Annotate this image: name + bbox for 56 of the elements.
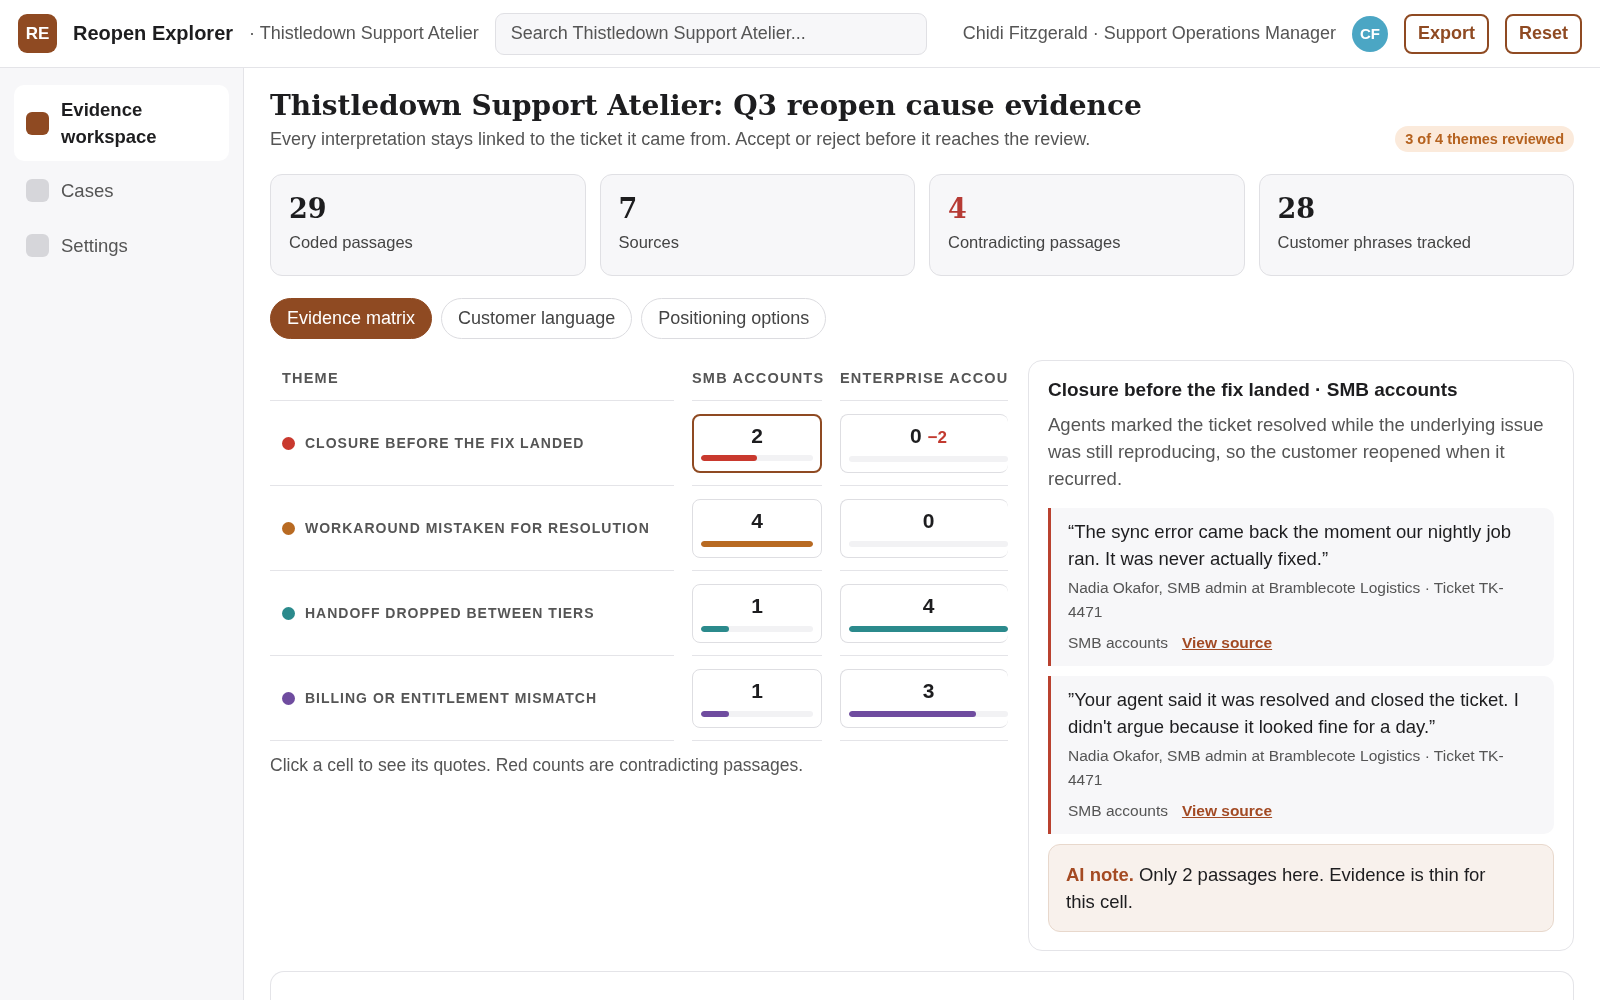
user-avatar: CF [1351,15,1388,52]
count-cell[interactable]: 0 [840,498,1008,558]
user-label: Chidi Fitzgerald · Support Operations Manager [962,23,1336,44]
stat-label: Contradicting passages [948,233,1121,252]
count-cell[interactable]: 4 [692,498,822,558]
nav-icon [26,179,49,202]
count-cell[interactable]: 4 [840,583,1008,643]
count-cell[interactable]: 1 [692,583,822,643]
stat-label: Sources [618,233,680,252]
segment-label: SMB accounts [1068,634,1168,652]
stat-value: 7 [618,193,638,225]
stat-value: 28 [1277,193,1316,225]
stat-value: 4 [948,193,967,225]
reset-button[interactable]: Reset [1504,13,1582,54]
theme-label: WORKAROUND MISTAKEN FOR RESOLUTION [305,520,650,536]
stat-label: Customer phrases tracked [1277,233,1471,252]
segment-label: SMB accounts [1068,802,1168,820]
stat-value: 29 [289,193,327,225]
count-cell[interactable]: 3 [840,668,1008,728]
quote-source: Nadia Okafor, SMB admin at Bramblecote Logistics · Ticket TK-4471 [1068,746,1505,790]
count-cell[interactable]: 2 [692,413,822,473]
stat-label: Coded passages [289,233,413,252]
sidebar-item[interactable]: Evidence workspace [14,85,229,161]
detail-title: Closure before the fix landed · SMB accounts [1048,379,1459,401]
matrix-hint: Click a cell to see its quotes. Red counts are contradicting passages. [270,755,805,776]
quote-text: ”Your agent said it was resolved and closed the ticket. I didn't argue because it looked fine for a day.” [1068,688,1520,739]
column-header: THEME [270,360,674,401]
contradiction-count: −2 [927,427,948,448]
column-header: ENTERPRISE ACCOU [840,360,1008,401]
workspace-name: · Thistledown Support Atelier [249,23,479,44]
review-badge: 3 of 4 themes reviewed [1395,126,1574,152]
theme-label: BILLING OR ENTITLEMENT MISMATCH [305,690,598,706]
app-name: Reopen Explorer [73,22,234,45]
nav-icon [26,111,49,135]
tab[interactable]: Customer language [441,298,633,339]
page-title: Thistledown Support Atelier: Q3 reopen cause evidence [270,88,1143,124]
app-logo: RE [18,14,57,53]
column-header: SMB ACCOUNTS [692,360,822,401]
nav-icon [26,234,49,257]
sidebar-item[interactable]: Cases [14,165,229,216]
quote-text: “The sync error came back the moment our nightly job ran. It was never actually fixed.” [1068,520,1513,571]
tab[interactable]: Positioning options [641,298,827,339]
page-subtitle: Every interpretation stays linked to the ticket it came from. Accept or reject before it reaches the review. [270,128,1091,150]
view-source-link[interactable]: View source [1181,802,1273,820]
count-cell[interactable]: 1 [692,668,822,728]
ai-note: AI note. Only 2 passages here. Evidence is thin for this cell. [1048,844,1554,932]
search-field[interactable]: Search Thistledown Support Atelier... [494,12,927,55]
count-cell[interactable]: 0 −2 [840,413,1008,473]
export-button[interactable]: Export [1403,13,1489,54]
quote-source: Nadia Okafor, SMB admin at Bramblecote Logistics · Ticket TK-4471 [1068,578,1505,622]
sidebar-item[interactable]: Settings [14,220,229,271]
theme-label: CLOSURE BEFORE THE FIX LANDED [305,435,585,451]
view-source-link[interactable]: View source [1181,634,1273,652]
theme-label: HANDOFF DROPPED BETWEEN TIERS [305,605,595,621]
tab[interactable]: Evidence matrix [270,298,433,339]
detail-summary: Agents marked the ticket resolved while the underlying issue was still reproducing, so the customer reopened when it recurred. [1048,413,1545,491]
